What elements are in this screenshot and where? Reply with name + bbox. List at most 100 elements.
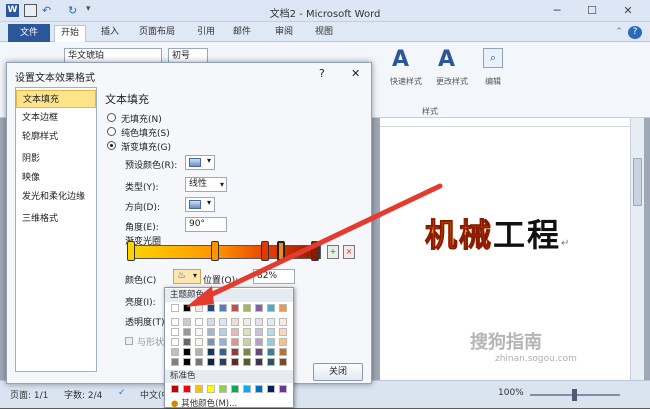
theme-color-swatch[interactable] bbox=[267, 304, 275, 312]
theme-color-swatch[interactable] bbox=[207, 304, 215, 312]
editing-button[interactable]: 编辑 bbox=[478, 76, 508, 87]
quick-styles-button[interactable]: 快速样式 bbox=[384, 76, 428, 87]
theme-color-swatch[interactable] bbox=[207, 328, 215, 336]
ribbon-collapse-icon[interactable]: ⌃ bbox=[612, 25, 626, 42]
standard-color-swatch[interactable] bbox=[183, 385, 191, 393]
find-icon[interactable]: ⌕ bbox=[483, 48, 503, 68]
add-stop-icon[interactable]: + bbox=[327, 245, 339, 259]
nav-text-outline[interactable]: 文本边框 bbox=[16, 109, 96, 127]
theme-color-swatch[interactable] bbox=[195, 304, 203, 312]
theme-color-swatch[interactable] bbox=[231, 358, 239, 366]
theme-color-swatch[interactable] bbox=[279, 338, 287, 346]
tab-file[interactable]: 文件 bbox=[8, 24, 50, 42]
theme-color-swatch[interactable] bbox=[279, 358, 287, 366]
theme-color-swatch[interactable] bbox=[231, 328, 239, 336]
standard-color-swatch[interactable] bbox=[231, 385, 239, 393]
theme-color-swatch[interactable] bbox=[267, 348, 275, 356]
theme-color-swatch[interactable] bbox=[231, 348, 239, 356]
tab-page-layout[interactable]: 页面布局 bbox=[132, 25, 182, 42]
tab-references[interactable]: 引用 bbox=[192, 25, 220, 42]
restore-button[interactable]: ☐ bbox=[580, 3, 604, 19]
theme-color-swatch[interactable] bbox=[255, 304, 263, 312]
nav-shadow[interactable]: 阴影 bbox=[16, 150, 96, 168]
theme-color-swatch[interactable] bbox=[219, 318, 227, 326]
direction-button[interactable]: ▾ bbox=[185, 197, 215, 212]
theme-color-swatch[interactable] bbox=[183, 318, 191, 326]
theme-color-swatch[interactable] bbox=[231, 318, 239, 326]
dialog-close-action-button[interactable]: 关闭 bbox=[313, 363, 363, 381]
theme-color-swatch[interactable] bbox=[171, 318, 179, 326]
theme-color-swatch[interactable] bbox=[243, 358, 251, 366]
theme-color-swatch[interactable] bbox=[171, 338, 179, 346]
theme-color-swatch[interactable] bbox=[207, 348, 215, 356]
theme-color-swatch[interactable] bbox=[267, 358, 275, 366]
theme-color-swatch[interactable] bbox=[171, 304, 179, 312]
theme-color-swatch[interactable] bbox=[243, 318, 251, 326]
rotate-with-shape-checkbox[interactable] bbox=[125, 337, 133, 345]
proofing-icon[interactable]: ✓ bbox=[118, 388, 126, 398]
theme-color-swatch[interactable] bbox=[183, 338, 191, 346]
type-dropdown[interactable]: 线性 ▾ bbox=[185, 177, 227, 192]
gradient-stops-bar[interactable] bbox=[131, 245, 321, 259]
scroll-thumb[interactable] bbox=[633, 158, 642, 206]
theme-color-swatch[interactable] bbox=[195, 338, 203, 346]
theme-color-swatch[interactable] bbox=[195, 318, 203, 326]
gradient-stop-2[interactable] bbox=[211, 241, 219, 261]
theme-color-swatch[interactable] bbox=[255, 328, 263, 336]
change-styles-button[interactable]: 更改样式 bbox=[430, 76, 474, 87]
theme-color-swatch[interactable] bbox=[183, 348, 191, 356]
theme-color-swatch[interactable] bbox=[219, 358, 227, 366]
help-icon[interactable]: ? bbox=[628, 26, 642, 39]
status-page[interactable]: 页面: 1/1 bbox=[10, 388, 48, 401]
theme-color-swatch[interactable] bbox=[267, 338, 275, 346]
theme-color-swatch[interactable] bbox=[243, 304, 251, 312]
theme-color-swatch[interactable] bbox=[183, 328, 191, 336]
angle-spinner[interactable]: 90° bbox=[185, 217, 227, 232]
close-button[interactable]: ✕ bbox=[616, 3, 640, 19]
gradient-stop-4-selected[interactable] bbox=[277, 241, 285, 261]
zoom-level[interactable]: 100% bbox=[498, 388, 524, 398]
wordart-text[interactable]: 机械工程↵ bbox=[424, 210, 571, 256]
theme-color-swatch[interactable] bbox=[207, 338, 215, 346]
theme-color-swatch[interactable] bbox=[207, 358, 215, 366]
nav-outline-style[interactable]: 轮廓样式 bbox=[16, 128, 96, 146]
theme-color-swatch[interactable] bbox=[279, 318, 287, 326]
tab-review[interactable]: 审阅 bbox=[270, 25, 298, 42]
zoom-slider-thumb[interactable] bbox=[572, 389, 577, 401]
more-colors-button[interactable]: ● 其他颜色(M)... bbox=[171, 397, 237, 409]
theme-color-swatch[interactable] bbox=[171, 358, 179, 366]
standard-color-swatch[interactable] bbox=[279, 385, 287, 393]
theme-color-swatch[interactable] bbox=[279, 304, 287, 312]
gradient-stop-1[interactable] bbox=[127, 241, 135, 261]
theme-color-swatch[interactable] bbox=[195, 358, 203, 366]
nav-glow-soft-edges[interactable]: 发光和柔化边缘 bbox=[16, 188, 96, 206]
standard-color-swatch[interactable] bbox=[207, 385, 215, 393]
nav-text-fill[interactable]: 文本填充 bbox=[16, 90, 96, 108]
standard-color-swatch[interactable] bbox=[219, 385, 227, 393]
theme-color-swatch[interactable] bbox=[267, 318, 275, 326]
tab-insert[interactable]: 插入 bbox=[96, 25, 124, 42]
theme-color-swatch[interactable] bbox=[207, 318, 215, 326]
standard-color-swatch[interactable] bbox=[255, 385, 263, 393]
tab-mailings[interactable]: 邮件 bbox=[228, 25, 256, 42]
radio-no-fill[interactable] bbox=[107, 113, 116, 122]
status-words[interactable]: 字数: 2/4 bbox=[64, 388, 102, 401]
vertical-scrollbar[interactable] bbox=[630, 118, 644, 380]
gradient-stop-5[interactable] bbox=[311, 241, 319, 261]
dialog-help-button[interactable]: ? bbox=[319, 67, 325, 80]
theme-color-swatch[interactable] bbox=[183, 358, 191, 366]
theme-color-swatch[interactable] bbox=[195, 348, 203, 356]
tab-view[interactable]: 视图 bbox=[310, 25, 338, 42]
theme-color-swatch[interactable] bbox=[255, 358, 263, 366]
position-spinner[interactable]: 82% bbox=[253, 269, 295, 284]
theme-color-swatch[interactable] bbox=[219, 304, 227, 312]
nav-reflection[interactable]: 映像 bbox=[16, 169, 96, 187]
theme-color-swatch[interactable] bbox=[195, 328, 203, 336]
theme-color-swatch[interactable] bbox=[219, 348, 227, 356]
minimize-button[interactable]: ─ bbox=[545, 3, 569, 19]
fill-color-button[interactable]: ♨ ▾ bbox=[173, 269, 201, 284]
gradient-stop-3[interactable] bbox=[261, 241, 269, 261]
tab-home[interactable]: 开始 bbox=[54, 25, 86, 42]
theme-color-swatch[interactable] bbox=[255, 348, 263, 356]
theme-color-swatch[interactable] bbox=[279, 328, 287, 336]
